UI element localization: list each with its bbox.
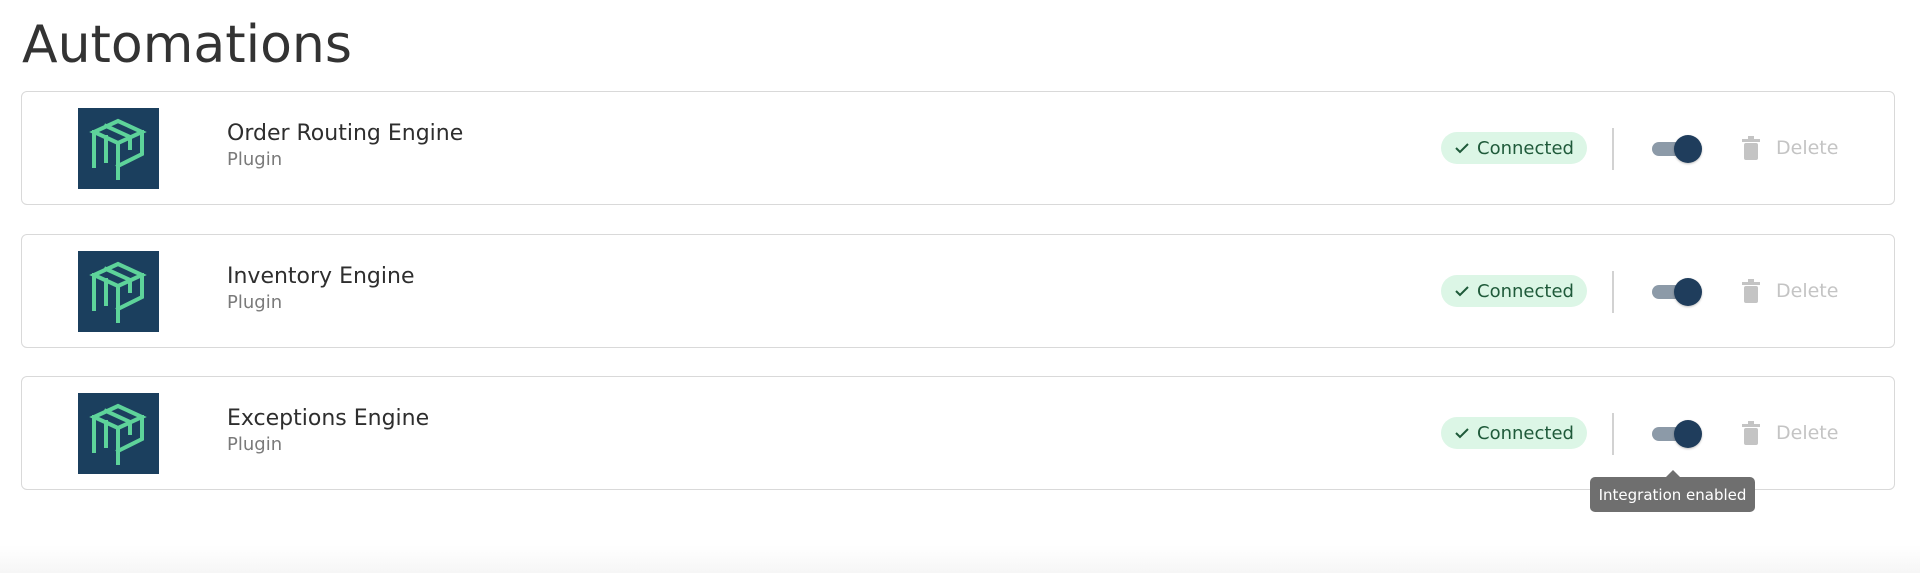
trash-icon [1742,136,1760,160]
divider [1612,413,1614,455]
integration-type: Plugin [227,434,283,455]
checkmark-icon [1454,141,1470,155]
delete-button[interactable]: Delete [1742,275,1838,307]
divider [1612,271,1614,313]
connected-status-badge: Connected [1441,132,1587,164]
status-label: Connected [1477,137,1574,159]
integration-type: Plugin [227,292,283,313]
trash-icon [1742,279,1760,303]
toggle-knob [1674,135,1702,163]
integration-name: Inventory Engine [227,264,415,289]
checkmark-icon [1454,426,1470,440]
connected-status-badge: Connected [1441,417,1587,449]
package-box-icon [78,393,159,474]
delete-button[interactable]: Delete [1742,417,1838,449]
package-box-icon [78,251,159,332]
automations-page: Automations Order Routing Engine Plugin … [0,0,1920,573]
integration-name: Exceptions Engine [227,406,430,431]
trash-icon [1742,421,1760,445]
checkmark-icon [1454,284,1470,298]
delete-label: Delete [1776,280,1839,302]
status-label: Connected [1477,280,1574,302]
integration-card: Inventory Engine Plugin Connected Delete [21,234,1895,348]
integration-name: Order Routing Engine [227,121,464,146]
delete-label: Delete [1776,137,1839,159]
integration-enable-toggle[interactable] [1650,276,1702,308]
connected-status-badge: Connected [1441,275,1587,307]
integration-enable-toggle[interactable] [1650,418,1702,450]
integration-card: Order Routing Engine Plugin Connected De… [21,91,1895,205]
delete-button[interactable]: Delete [1742,132,1838,164]
delete-label: Delete [1776,422,1839,444]
integration-card: Exceptions Engine Plugin Connected Delet… [21,376,1895,490]
integration-enable-toggle[interactable] [1650,133,1702,165]
integration-type: Plugin [227,149,283,170]
toggle-tooltip: Integration enabled [1590,470,1755,512]
bottom-edge [0,545,1920,573]
toggle-knob [1674,278,1702,306]
page-title: Automations [22,15,352,75]
divider [1612,128,1614,170]
package-box-icon [78,108,159,189]
toggle-knob [1674,420,1702,448]
status-label: Connected [1477,422,1574,444]
